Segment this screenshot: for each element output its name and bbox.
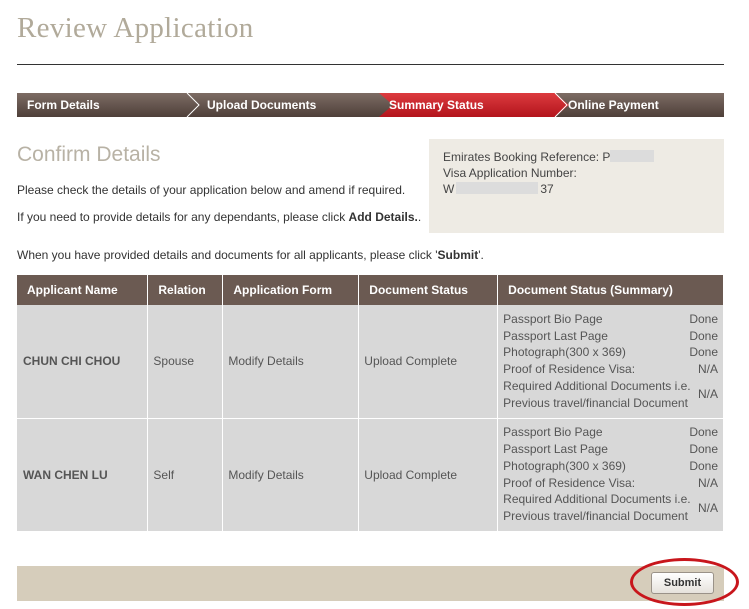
modify-details-link[interactable]: Modify Details — [222, 305, 360, 419]
step-summary-status[interactable]: Summary Status — [389, 93, 484, 117]
summary-doc: Photograph(300 x 369) — [503, 458, 626, 473]
confirm-details-heading: Confirm Details — [17, 143, 161, 166]
col-document-status: Document Status — [358, 275, 499, 305]
summary-status: Done — [689, 425, 718, 440]
summary-doc: Proof of Residence Visa: — [503, 475, 636, 490]
redacted-value — [610, 150, 655, 162]
visa-application-label: Visa Application Number: — [443, 166, 577, 180]
submit-emphasis: Submit — [437, 248, 479, 262]
instruction-submit: When you have provided details and docum… — [17, 248, 484, 262]
summary-doc: Passport Last Page — [503, 441, 608, 456]
col-relation: Relation — [147, 275, 224, 305]
summary-status: N/A — [697, 475, 718, 490]
step-form-details[interactable]: Form Details — [27, 93, 100, 117]
instruction-text: . — [417, 210, 422, 224]
summary-status: N/A — [697, 387, 718, 402]
col-applicant-name: Applicant Name — [17, 275, 149, 305]
applicant-relation: Spouse — [147, 305, 224, 419]
summary-doc: Proof of Residence Visa: — [503, 362, 636, 377]
table-row: WAN CHEN LU Self Modify Details Upload C… — [17, 418, 724, 532]
submit-highlight-annotation — [630, 558, 739, 606]
instruction-check-details: Please check the details of your applica… — [17, 183, 406, 197]
summary-status: Done — [689, 441, 718, 456]
summary-status: N/A — [697, 362, 718, 377]
applicant-relation: Self — [147, 418, 224, 532]
applicants-table: Applicant Name Relation Application Form… — [17, 275, 724, 532]
page-title: Review Application — [17, 12, 254, 44]
document-summary: Passport Bio Page Done Passport Last Page… — [497, 305, 724, 419]
visa-number-prefix: W — [443, 182, 455, 196]
document-status: Upload Complete — [358, 418, 499, 532]
applicant-name: CHUN CHI CHOU — [17, 305, 149, 419]
summary-status: N/A — [697, 500, 718, 515]
step-upload-documents[interactable]: Upload Documents — [207, 93, 316, 117]
summary-status: Done — [689, 458, 718, 473]
table-header-row: Applicant Name Relation Application Form… — [17, 275, 724, 305]
progress-steps: Form Details Upload Documents Summary St… — [17, 93, 724, 117]
col-document-summary: Document Status (Summary) — [497, 275, 724, 305]
summary-status: Done — [689, 345, 718, 360]
table-row: CHUN CHI CHOU Spouse Modify Details Uplo… — [17, 305, 724, 419]
instruction-text: If you need to provide details for any d… — [17, 210, 349, 224]
document-summary: Passport Bio Page Done Passport Last Page… — [497, 418, 724, 532]
action-bar — [17, 566, 724, 601]
step-online-payment[interactable]: Online Payment — [568, 93, 659, 117]
chevron-right-icon — [186, 93, 200, 117]
summary-doc: Passport Bio Page — [503, 311, 603, 326]
summary-doc: Photograph(300 x 369) — [503, 345, 626, 360]
redacted-value — [456, 182, 539, 194]
booking-reference: Emirates Booking Reference: P — [443, 149, 710, 165]
title-divider — [17, 64, 724, 65]
summary-status: Done — [689, 311, 718, 326]
modify-details-link[interactable]: Modify Details — [222, 418, 360, 532]
summary-doc: Passport Last Page — [503, 328, 608, 343]
instruction-add-dependants: If you need to provide details for any d… — [17, 210, 421, 224]
booking-reference-box: Emirates Booking Reference: P Visa Appli… — [429, 139, 724, 233]
summary-doc: Required Additional Documents i.e. Previ… — [503, 379, 691, 410]
instruction-text: When you have provided details and docum… — [17, 248, 438, 262]
summary-status: Done — [689, 328, 718, 343]
chevron-right-icon — [554, 93, 568, 117]
document-status: Upload Complete — [358, 305, 499, 419]
summary-doc: Passport Bio Page — [503, 425, 603, 440]
instruction-text: '. — [478, 248, 484, 262]
col-application-form: Application Form — [222, 275, 360, 305]
visa-number-suffix: 37 — [540, 182, 554, 196]
summary-doc: Required Additional Documents i.e. Previ… — [503, 492, 691, 524]
booking-reference-label: Emirates Booking Reference: P — [443, 150, 611, 164]
applicant-name: WAN CHEN LU — [17, 418, 149, 532]
add-details-link[interactable]: Add Details. — [349, 210, 418, 224]
visa-application-number: W 37 — [443, 181, 710, 197]
